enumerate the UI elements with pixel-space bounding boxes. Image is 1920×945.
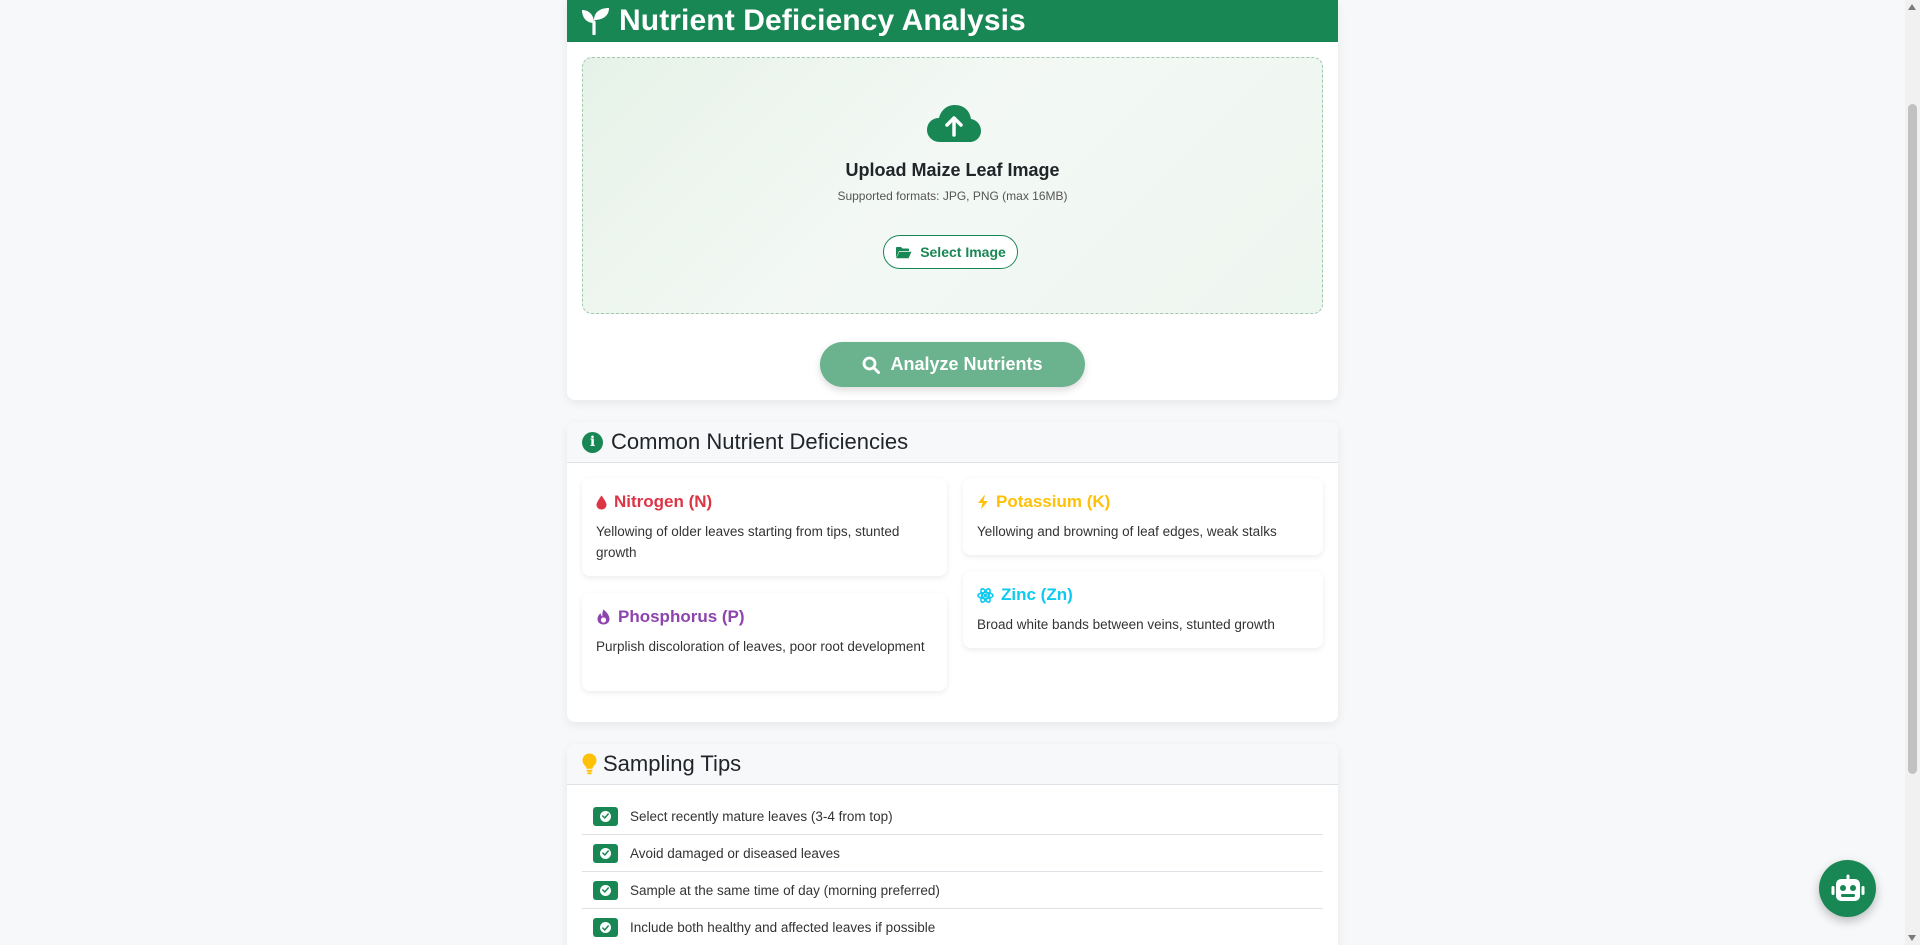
analyze-nutrients-label: Analyze Nutrients xyxy=(890,354,1043,374)
analysis-header: Nutrient Deficiency Analysis xyxy=(567,0,1338,42)
select-image-button[interactable]: Select Image xyxy=(883,235,1018,269)
deficiencies-header: i Common Nutrient Deficiencies xyxy=(567,422,1338,463)
info-icon: i xyxy=(582,431,603,453)
deficiency-phosphorus-title-row: Phosphorus (P) xyxy=(596,607,933,627)
deficiency-potassium: Potassium (K) Yellowing and browning of … xyxy=(963,478,1323,555)
deficiency-zinc-title-row: Zinc (Zn) xyxy=(977,585,1309,605)
folder-open-icon xyxy=(896,246,912,258)
atom-icon xyxy=(977,587,994,603)
flame-icon xyxy=(597,609,610,625)
page: Nutrient Deficiency Analysis Upload Maiz… xyxy=(0,0,1920,945)
deficiency-description: Yellowing of older leaves starting from … xyxy=(596,524,900,560)
sampling-tips-card: Sampling Tips Select recently mature lea… xyxy=(567,744,1338,945)
upload-title: Upload Maize Leaf Image xyxy=(845,160,1060,180)
analysis-card: Nutrient Deficiency Analysis Upload Maiz… xyxy=(567,0,1338,400)
deficiency-nitrogen: Nitrogen (N) Yellowing of older leaves s… xyxy=(582,478,947,576)
sampling-tips-header: Sampling Tips xyxy=(567,744,1338,785)
tip-text: Select recently mature leaves (3-4 from … xyxy=(630,808,893,824)
bolt-icon xyxy=(978,494,988,510)
deficiency-nitrogen-title-row: Nitrogen (N) xyxy=(596,492,933,512)
scroll-thumb[interactable] xyxy=(1908,104,1917,774)
scroll-up-icon[interactable] xyxy=(1908,4,1916,10)
deficiency-phosphorus: Phosphorus (P) Purplish discoloration of… xyxy=(582,593,947,691)
analyze-nutrients-button[interactable]: Analyze Nutrients xyxy=(820,342,1085,387)
robot-icon xyxy=(1831,874,1864,901)
deficiency-name: Potassium (K) xyxy=(996,492,1111,511)
tip-text: Sample at the same time of day (morning … xyxy=(630,882,940,898)
droplet-icon xyxy=(596,495,607,509)
tip-text: Include both healthy and affected leaves… xyxy=(630,920,936,935)
check-circle-icon xyxy=(593,918,618,937)
deficiency-description: Broad white bands between veins, stunted… xyxy=(977,617,1275,632)
select-image-label: Select Image xyxy=(920,244,1006,260)
tip-text: Avoid damaged or diseased leaves xyxy=(630,845,840,861)
deficiencies-title: Common Nutrient Deficiencies xyxy=(611,429,909,454)
deficiency-zinc: Zinc (Zn) Broad white bands between vein… xyxy=(963,571,1323,648)
scroll-down-icon[interactable] xyxy=(1908,935,1916,941)
check-circle-icon xyxy=(593,843,618,863)
sampling-tips-list: Select recently mature leaves (3-4 from … xyxy=(582,798,1323,945)
search-icon xyxy=(863,356,881,374)
deficiency-name: Zinc (Zn) xyxy=(1001,585,1073,604)
sampling-tips-title: Sampling Tips xyxy=(603,751,742,776)
check-circle-icon xyxy=(593,806,618,826)
list-item: Avoid damaged or diseased leaves xyxy=(582,835,1323,872)
cloud-upload-icon xyxy=(927,105,981,142)
check-circle-icon xyxy=(593,880,618,900)
deficiency-name: Phosphorus (P) xyxy=(618,607,745,626)
deficiency-description: Purplish discoloration of leaves, poor r… xyxy=(596,639,925,654)
deficiency-description: Yellowing and browning of leaf edges, we… xyxy=(977,524,1277,539)
page-title: Nutrient Deficiency Analysis xyxy=(619,4,1026,37)
list-item: Include both healthy and affected leaves… xyxy=(582,909,1323,945)
deficiency-name: Nitrogen (N) xyxy=(614,492,713,511)
deficiency-potassium-title-row: Potassium (K) xyxy=(977,492,1309,512)
page-scrollbar[interactable] xyxy=(1905,0,1920,945)
deficiencies-card: i Common Nutrient Deficiencies Nitrogen … xyxy=(567,422,1338,722)
upload-formats: Supported formats: JPG, PNG (max 16MB) xyxy=(837,189,1068,203)
lightbulb-icon xyxy=(582,753,597,775)
list-item: Sample at the same time of day (morning … xyxy=(582,872,1323,909)
chatbot-button[interactable] xyxy=(1819,860,1876,917)
upload-dropzone[interactable]: Upload Maize Leaf Image Supported format… xyxy=(582,57,1323,314)
seedling-icon xyxy=(582,8,609,35)
list-item: Select recently mature leaves (3-4 from … xyxy=(582,798,1323,835)
